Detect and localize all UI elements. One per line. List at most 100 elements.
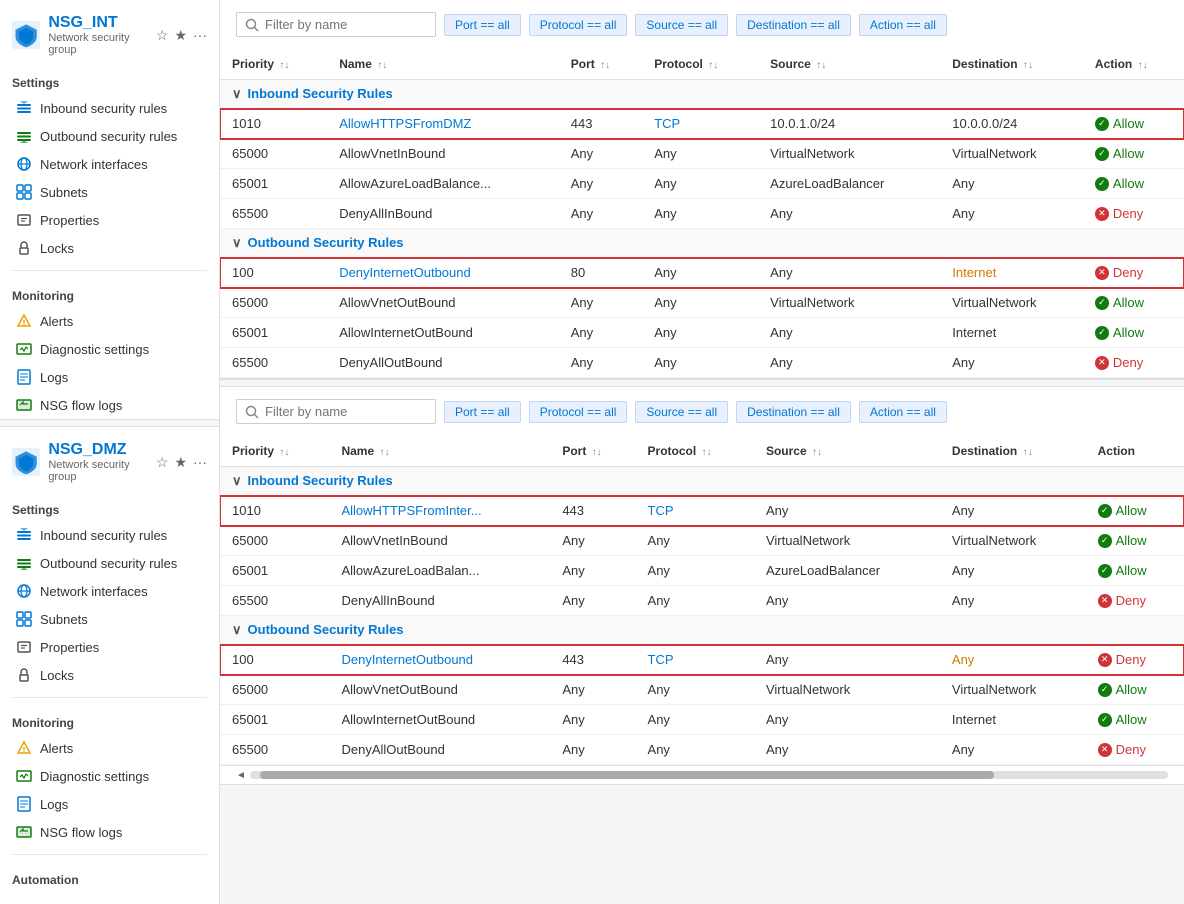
sidebar-item-network2[interactable]: Network interfaces bbox=[0, 577, 219, 605]
scroll-thumb[interactable] bbox=[260, 771, 994, 779]
table-row[interactable]: 65500 DenyAllOutBound Any Any Any Any ✕ … bbox=[220, 735, 1184, 765]
cell-name[interactable]: AllowAzureLoadBalance... bbox=[327, 169, 559, 199]
sidebar-item-inbound1[interactable]: Inbound security rules bbox=[0, 94, 219, 122]
sidebar-item-locks2[interactable]: Locks bbox=[0, 661, 219, 689]
sidebar-item-outbound1[interactable]: Outbound security rules bbox=[0, 122, 219, 150]
nsg1-filter-input[interactable] bbox=[265, 17, 425, 32]
table-row[interactable]: 100 DenyInternetOutbound 80 Any Any Inte… bbox=[220, 258, 1184, 288]
col2-source[interactable]: Source ↑↓ bbox=[754, 436, 940, 467]
table-row[interactable]: 65001 AllowAzureLoadBalan... Any Any Azu… bbox=[220, 556, 1184, 586]
sidebar-item-nsgflow1[interactable]: NSG flow logs bbox=[0, 391, 219, 419]
star2-icon[interactable]: ★ bbox=[174, 27, 187, 44]
rule-name-link[interactable]: AllowHTTPSFromDMZ bbox=[339, 116, 471, 131]
col-port[interactable]: Port ↑↓ bbox=[559, 49, 642, 80]
cell-name[interactable]: AllowHTTPSFromDMZ bbox=[327, 109, 559, 139]
scroll-bar[interactable] bbox=[250, 771, 1168, 779]
cell-name[interactable]: AllowVnetOutBound bbox=[329, 675, 550, 705]
cell-name[interactable]: AllowAzureLoadBalan... bbox=[329, 556, 550, 586]
star4-icon[interactable]: ★ bbox=[174, 454, 187, 471]
table-row[interactable]: 100 DenyInternetOutbound 443 TCP Any Any… bbox=[220, 645, 1184, 675]
table-row[interactable]: 1010 AllowHTTPSFromDMZ 443 TCP 10.0.1.0/… bbox=[220, 109, 1184, 139]
nsg1-protocol-filter[interactable]: Protocol == all bbox=[529, 14, 628, 36]
cell-name[interactable]: DenyAllInBound bbox=[329, 586, 550, 616]
cell-name[interactable]: AllowInternetOutBound bbox=[327, 318, 559, 348]
sidebar-item-outbound2[interactable]: Outbound security rules bbox=[0, 549, 219, 577]
nsg2-action-filter[interactable]: Action == all bbox=[859, 401, 947, 423]
cell-name[interactable]: DenyAllOutBound bbox=[327, 348, 559, 378]
cell-name[interactable]: DenyInternetOutbound bbox=[327, 258, 559, 288]
col2-action[interactable]: Action bbox=[1086, 436, 1184, 467]
nsg2-protocol-filter[interactable]: Protocol == all bbox=[529, 401, 628, 423]
nsg1-source-filter[interactable]: Source == all bbox=[635, 14, 728, 36]
more2-icon[interactable]: ··· bbox=[193, 454, 207, 471]
cell-action: ✓ Allow bbox=[1083, 109, 1184, 139]
sidebar-item-logs1[interactable]: Logs bbox=[0, 363, 219, 391]
nsg2-search-box[interactable] bbox=[236, 399, 436, 424]
table-row[interactable]: 65000 AllowVnetInBound Any Any VirtualNe… bbox=[220, 526, 1184, 556]
nsg1-destination-filter[interactable]: Destination == all bbox=[736, 14, 851, 36]
table-row[interactable]: 65001 AllowInternetOutBound Any Any Any … bbox=[220, 705, 1184, 735]
col-destination[interactable]: Destination ↑↓ bbox=[940, 49, 1083, 80]
cell-name[interactable]: DenyInternetOutbound bbox=[329, 645, 550, 675]
nsg2-source-filter[interactable]: Source == all bbox=[635, 401, 728, 423]
rule-name-link[interactable]: DenyInternetOutbound bbox=[339, 265, 471, 280]
sidebar-item-logs2[interactable]: Logs bbox=[0, 790, 219, 818]
star-icon[interactable]: ☆ bbox=[156, 27, 169, 44]
col-protocol[interactable]: Protocol ↑↓ bbox=[642, 49, 758, 80]
rule-name-link[interactable]: DenyInternetOutbound bbox=[341, 652, 473, 667]
cell-name[interactable]: DenyAllOutBound bbox=[329, 735, 550, 765]
table-row[interactable]: 65000 AllowVnetOutBound Any Any VirtualN… bbox=[220, 288, 1184, 318]
sidebar-item-diagnostic2[interactable]: Diagnostic settings bbox=[0, 762, 219, 790]
col2-destination[interactable]: Destination ↑↓ bbox=[940, 436, 1086, 467]
sidebar-item-inbound2[interactable]: Inbound security rules bbox=[0, 521, 219, 549]
sidebar-item-nsgflow2[interactable]: NSG flow logs bbox=[0, 818, 219, 846]
nsg1-action-filter[interactable]: Action == all bbox=[859, 14, 947, 36]
table-row[interactable]: 1010 AllowHTTPSFromInter... 443 TCP Any … bbox=[220, 496, 1184, 526]
col-action[interactable]: Action ↑↓ bbox=[1083, 49, 1184, 80]
table-row[interactable]: 65000 AllowVnetInBound Any Any VirtualNe… bbox=[220, 139, 1184, 169]
table-row[interactable]: 65001 AllowInternetOutBound Any Any Any … bbox=[220, 318, 1184, 348]
cell-priority: 65000 bbox=[220, 139, 327, 169]
col2-port[interactable]: Port ↑↓ bbox=[550, 436, 635, 467]
cell-name[interactable]: AllowHTTPSFromInter... bbox=[329, 496, 550, 526]
cell-protocol: Any bbox=[636, 705, 754, 735]
more-icon[interactable]: ··· bbox=[193, 27, 207, 44]
rule-name-link[interactable]: AllowHTTPSFromInter... bbox=[341, 503, 481, 518]
nsg1-port-filter[interactable]: Port == all bbox=[444, 14, 521, 36]
col-source[interactable]: Source ↑↓ bbox=[758, 49, 940, 80]
action-allow: ✓ Allow bbox=[1098, 563, 1172, 578]
sidebar-item-subnets2[interactable]: Subnets bbox=[0, 605, 219, 633]
cell-name[interactable]: AllowVnetInBound bbox=[327, 139, 559, 169]
sidebar-item-subnets1[interactable]: Subnets bbox=[0, 178, 219, 206]
table-row[interactable]: 65000 AllowVnetOutBound Any Any VirtualN… bbox=[220, 675, 1184, 705]
sidebar-item-alerts2[interactable]: Alerts bbox=[0, 734, 219, 762]
sidebar-item-network1[interactable]: Network interfaces bbox=[0, 150, 219, 178]
table-row[interactable]: 65500 DenyAllInBound Any Any Any Any ✕ D… bbox=[220, 586, 1184, 616]
cell-name[interactable]: AllowInternetOutBound bbox=[329, 705, 550, 735]
table-row[interactable]: 65500 DenyAllInBound Any Any Any Any ✕ D… bbox=[220, 199, 1184, 229]
nsg2-port-filter[interactable]: Port == all bbox=[444, 401, 521, 423]
cell-port: Any bbox=[559, 199, 642, 229]
sidebar-item-properties1[interactable]: Properties bbox=[0, 206, 219, 234]
nsg1-search-box[interactable] bbox=[236, 12, 436, 37]
rule-name: DenyAllInBound bbox=[341, 593, 434, 608]
cell-protocol: Any bbox=[636, 675, 754, 705]
sidebar-item-alerts1[interactable]: Alerts bbox=[0, 307, 219, 335]
cell-name[interactable]: DenyAllInBound bbox=[327, 199, 559, 229]
scroll-left-arrow[interactable]: ◄ bbox=[236, 770, 246, 780]
star3-icon[interactable]: ☆ bbox=[156, 454, 169, 471]
cell-name[interactable]: AllowVnetInBound bbox=[329, 526, 550, 556]
sidebar-item-locks1[interactable]: Locks bbox=[0, 234, 219, 262]
col-name[interactable]: Name ↑↓ bbox=[327, 49, 559, 80]
col2-priority[interactable]: Priority ↑↓ bbox=[220, 436, 329, 467]
sidebar-item-properties2[interactable]: Properties bbox=[0, 633, 219, 661]
col2-protocol[interactable]: Protocol ↑↓ bbox=[636, 436, 754, 467]
table-row[interactable]: 65001 AllowAzureLoadBalance... Any Any A… bbox=[220, 169, 1184, 199]
nsg2-destination-filter[interactable]: Destination == all bbox=[736, 401, 851, 423]
nsg2-filter-input[interactable] bbox=[265, 404, 425, 419]
col2-name[interactable]: Name ↑↓ bbox=[329, 436, 550, 467]
sidebar-item-diagnostic1[interactable]: Diagnostic settings bbox=[0, 335, 219, 363]
table-row[interactable]: 65500 DenyAllOutBound Any Any Any Any ✕ … bbox=[220, 348, 1184, 378]
cell-name[interactable]: AllowVnetOutBound bbox=[327, 288, 559, 318]
col-priority[interactable]: Priority ↑↓ bbox=[220, 49, 327, 80]
